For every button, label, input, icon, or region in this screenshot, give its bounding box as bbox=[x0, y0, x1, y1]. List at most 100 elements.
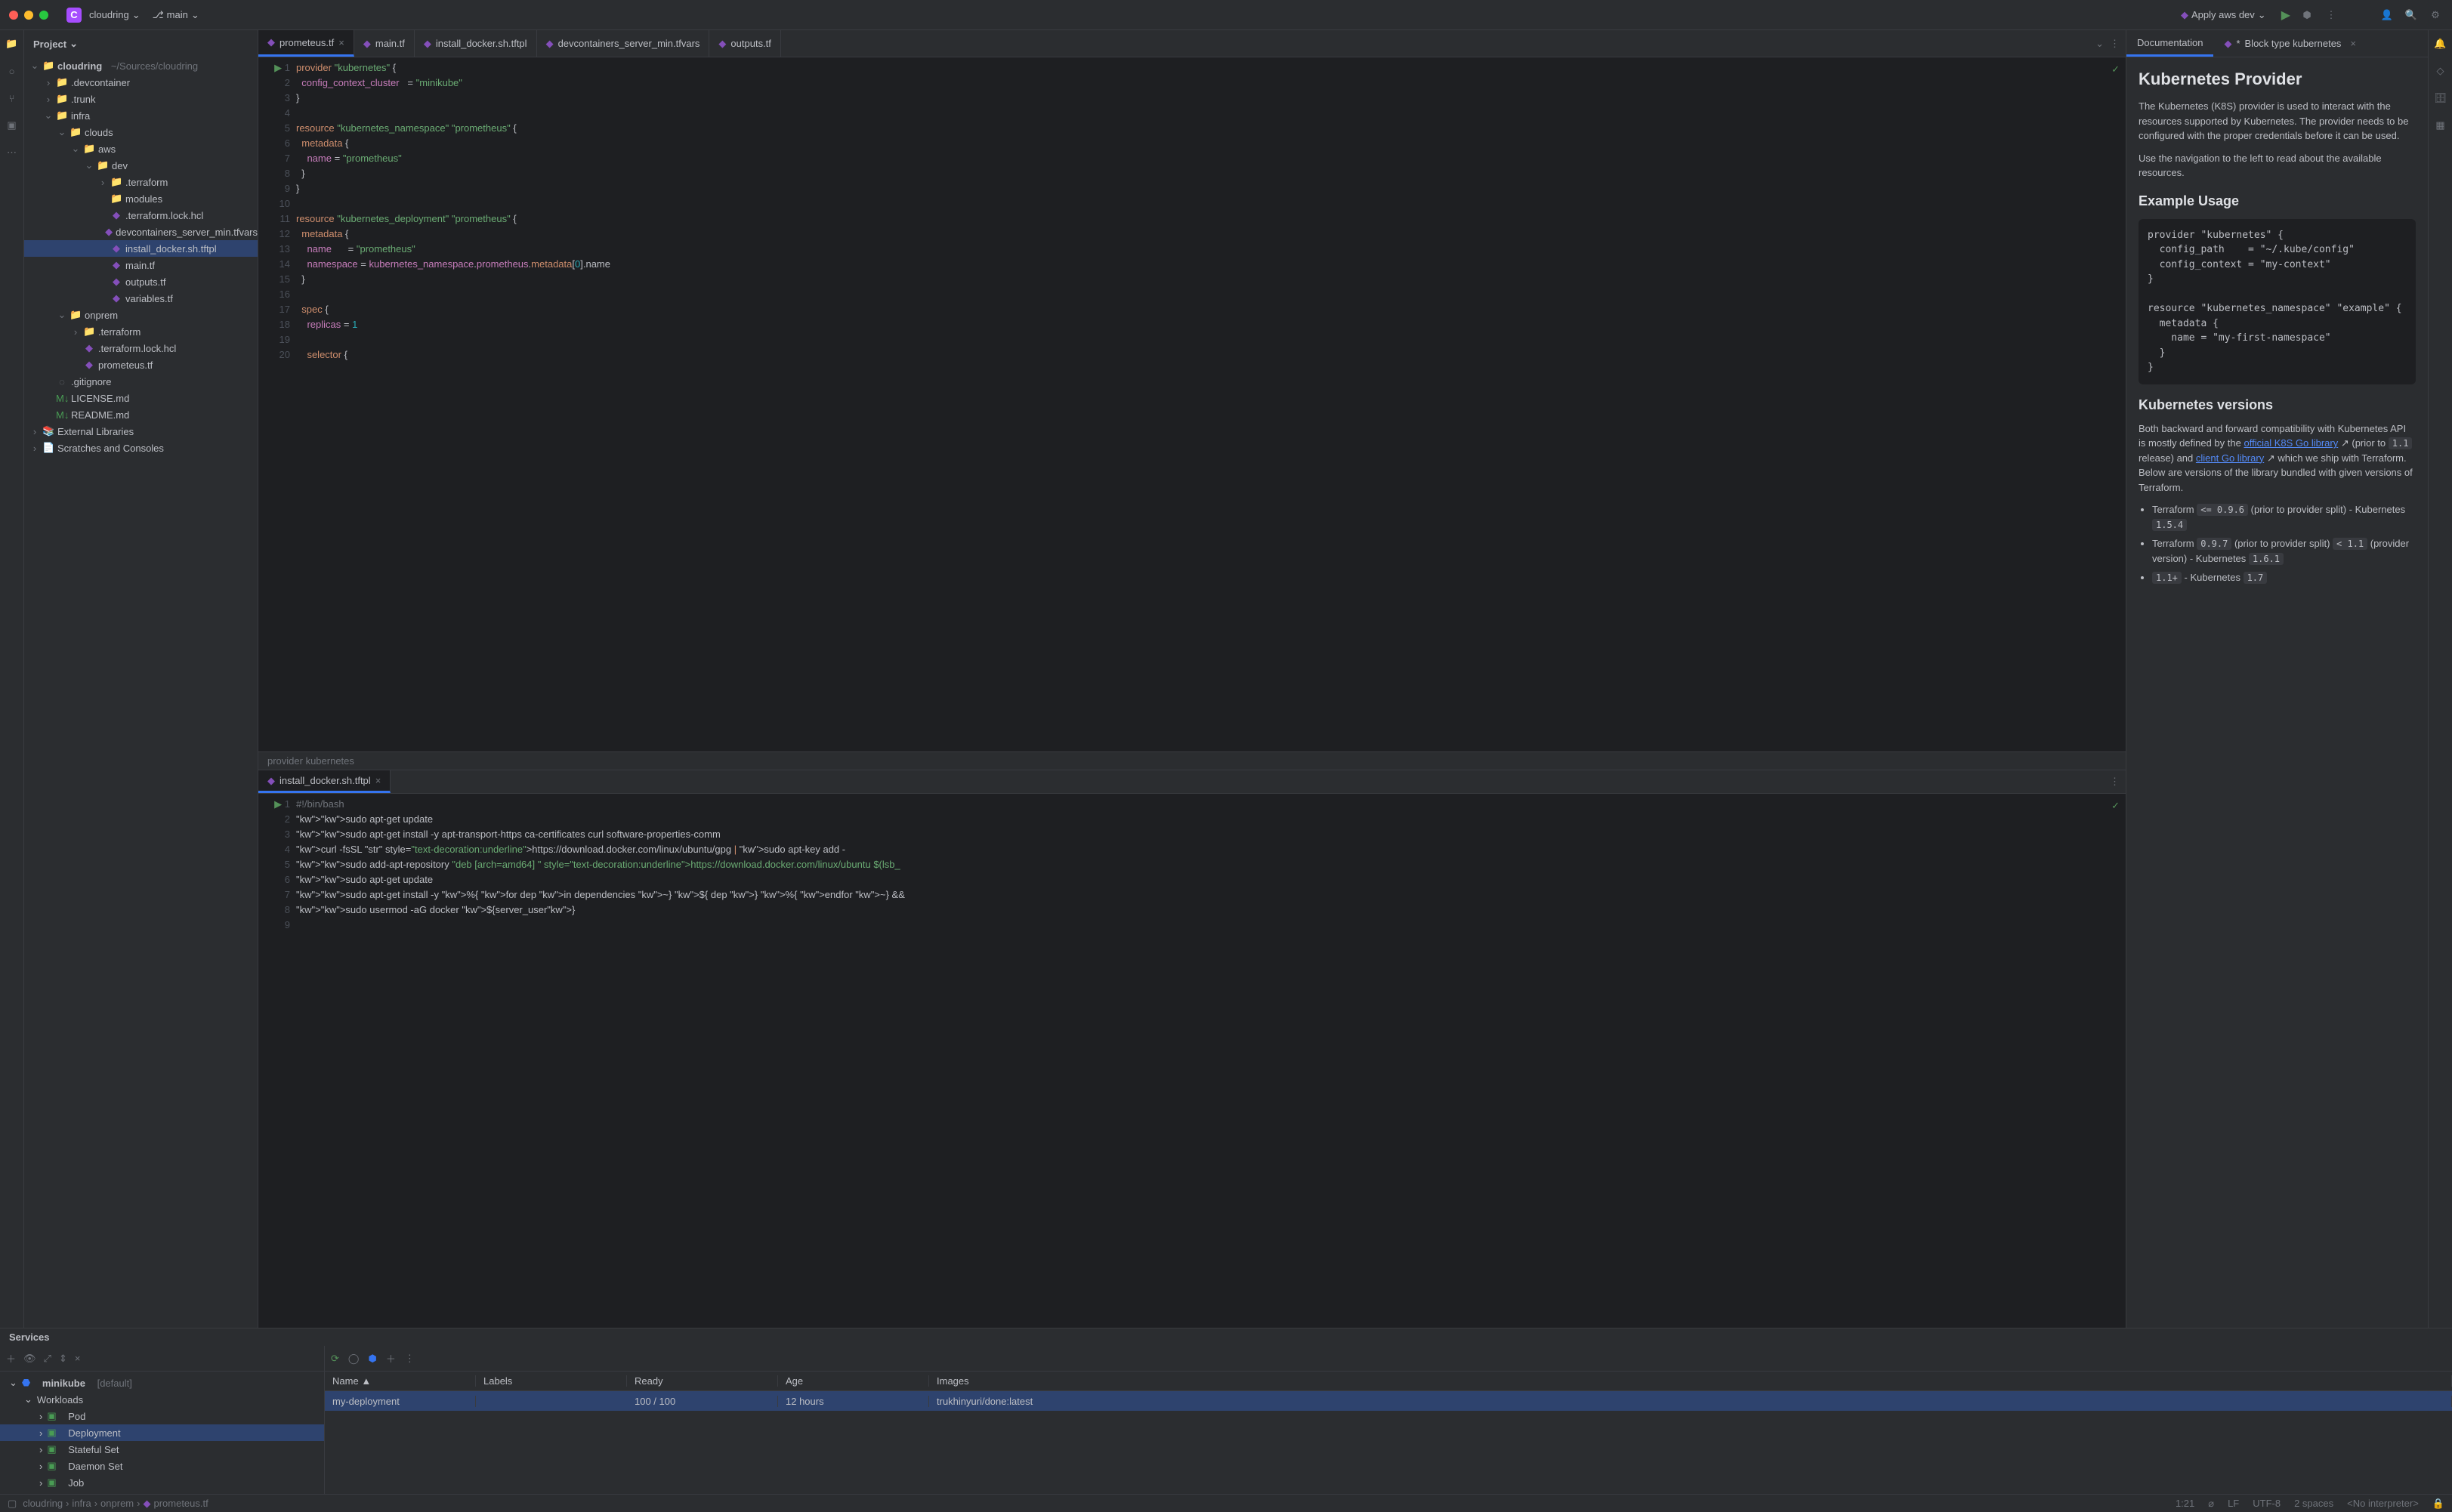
tree-row[interactable]: ◆variables.tf bbox=[24, 290, 258, 307]
editor-tab[interactable]: ◆main.tf bbox=[354, 30, 415, 57]
project-selector[interactable]: C cloudring ⌄ bbox=[60, 5, 147, 26]
tree-row[interactable]: ◆outputs.tf bbox=[24, 273, 258, 290]
zoom-window[interactable] bbox=[39, 11, 48, 20]
services-tree-row[interactable]: ›▣ Deployment bbox=[0, 1424, 324, 1441]
editor-tab[interactable]: ◆install_docker.sh.tftpl bbox=[415, 30, 537, 57]
more-actions-icon[interactable]: ⋮ bbox=[2324, 8, 2339, 23]
close-icon[interactable]: × bbox=[338, 37, 344, 48]
more-tools-icon[interactable]: ⋯ bbox=[5, 145, 20, 160]
collapse-icon[interactable]: ⇕ bbox=[59, 1353, 67, 1365]
close-icon[interactable]: × bbox=[75, 1353, 81, 1364]
tree-row[interactable]: ◆.terraform.lock.hcl bbox=[24, 207, 258, 224]
tab-block-type[interactable]: ◆ * Block type kubernetes × bbox=[2213, 30, 2367, 57]
commit-tool-icon[interactable]: ○ bbox=[5, 63, 20, 79]
refresh-icon[interactable]: ⟳ bbox=[331, 1353, 339, 1365]
line-ending[interactable]: LF bbox=[2228, 1498, 2239, 1509]
project-tree[interactable]: ⌄📁cloudring ~/Sources/cloudring›📁.devcon… bbox=[24, 57, 258, 1328]
services-tree-row[interactable]: ›▣ Stateful Set bbox=[0, 1441, 324, 1458]
tree-row[interactable]: ›📁.devcontainer bbox=[24, 74, 258, 91]
doc-link[interactable]: client Go library bbox=[2196, 452, 2264, 464]
tree-row[interactable]: ›📚External Libraries bbox=[24, 423, 258, 440]
debug-button[interactable]: ⬢ bbox=[2299, 8, 2315, 23]
chevron-down-icon[interactable]: ⌄ bbox=[2095, 38, 2104, 50]
services-header[interactable]: Services bbox=[0, 1328, 2452, 1346]
tree-row[interactable]: ◆prometeus.tf bbox=[24, 356, 258, 373]
table-header[interactable]: Name ▲ Labels Ready Age Images bbox=[325, 1372, 2452, 1391]
services-tree[interactable]: ⌄⬣ minikube [default]⌄Workloads›▣ Pod›▣ … bbox=[0, 1372, 324, 1494]
tree-row[interactable]: ›📁.terraform bbox=[24, 174, 258, 190]
inspection-ok-icon[interactable]: ✓ bbox=[2111, 62, 2120, 77]
tree-row[interactable]: ⌄📁dev bbox=[24, 157, 258, 174]
readonly-icon[interactable]: ⌀ bbox=[2208, 1498, 2214, 1510]
search-icon[interactable]: 🔍 bbox=[2404, 8, 2419, 23]
settings-icon[interactable]: ⚙ bbox=[2428, 8, 2443, 23]
project-panel-header[interactable]: Project ⌄ bbox=[24, 30, 258, 57]
tree-row[interactable]: ›📁.trunk bbox=[24, 91, 258, 107]
structure-tool-icon[interactable]: ▣ bbox=[5, 118, 20, 133]
services-tree-row[interactable]: ›▣ Pod bbox=[0, 1408, 324, 1424]
tree-row[interactable]: ›📄Scratches and Consoles bbox=[24, 440, 258, 456]
tree-row[interactable]: M↓LICENSE.md bbox=[24, 390, 258, 406]
ai-assistant-icon[interactable]: ◇ bbox=[2433, 63, 2448, 79]
tree-row[interactable]: ⌄📁onprem bbox=[24, 307, 258, 323]
editor-tab[interactable]: ◆outputs.tf bbox=[709, 30, 780, 57]
tab-documentation[interactable]: Documentation bbox=[2126, 30, 2213, 57]
tree-row[interactable]: ⌄📁clouds bbox=[24, 124, 258, 140]
add-icon[interactable]: ＋ bbox=[386, 1351, 396, 1365]
lock-icon[interactable]: 🔒 bbox=[2432, 1498, 2444, 1510]
tree-row[interactable]: ◆install_docker.sh.tftpl bbox=[24, 240, 258, 257]
expand-icon[interactable]: ⤢ bbox=[44, 1353, 51, 1365]
more-icon[interactable]: ⋮ bbox=[2110, 38, 2120, 50]
tree-row[interactable]: M↓README.md bbox=[24, 406, 258, 423]
code-body[interactable]: #!/bin/bash"kw">"kw">sudo apt-get update… bbox=[296, 794, 2126, 1328]
tree-row[interactable]: ◌.gitignore bbox=[24, 373, 258, 390]
code-with-me-icon[interactable]: 👤 bbox=[2379, 8, 2395, 23]
tree-row[interactable]: ◆devcontainers_server_min.tfvars bbox=[24, 224, 258, 240]
project-tool-icon[interactable]: 📁 bbox=[5, 36, 20, 51]
gradle-icon[interactable]: ▦ bbox=[2433, 118, 2448, 133]
add-icon[interactable]: ＋ bbox=[6, 1351, 16, 1365]
tree-row[interactable]: ◆main.tf bbox=[24, 257, 258, 273]
vcs-branch[interactable]: ⎇ main ⌄ bbox=[147, 6, 205, 24]
editor-main[interactable]: ✓ ▶ 1234567891011121314151617181920 prov… bbox=[258, 57, 2126, 751]
services-tree-row[interactable]: ⌄Workloads bbox=[0, 1391, 324, 1408]
tree-row[interactable]: ⌄📁aws bbox=[24, 140, 258, 157]
doc-link[interactable]: official K8S Go library bbox=[2244, 437, 2338, 449]
close-icon[interactable]: × bbox=[375, 775, 381, 786]
more-icon[interactable]: ⋮ bbox=[2110, 776, 2120, 788]
inspection-ok-icon[interactable]: ✓ bbox=[2111, 798, 2120, 813]
indent[interactable]: 2 spaces bbox=[2294, 1498, 2333, 1509]
editor-tab[interactable]: ◆devcontainers_server_min.tfvars bbox=[537, 30, 710, 57]
minimize-window[interactable] bbox=[24, 11, 33, 20]
editor-tab[interactable]: ◆install_docker.sh.tftpl× bbox=[258, 770, 391, 793]
interpreter[interactable]: <No interpreter> bbox=[2347, 1498, 2419, 1509]
caret-position[interactable]: 1:21 bbox=[2176, 1498, 2194, 1509]
services-tree-row[interactable]: ›▣ Daemon Set bbox=[0, 1458, 324, 1474]
doc-body[interactable]: Kubernetes Provider The Kubernetes (K8S)… bbox=[2126, 57, 2428, 1328]
status-breadcrumb[interactable]: cloudring › infra › onprem › ◆ prometeus… bbox=[23, 1498, 208, 1510]
close-icon[interactable]: × bbox=[2350, 38, 2356, 49]
tree-row[interactable]: ⌄📁infra bbox=[24, 107, 258, 124]
editor-tab[interactable]: ◆prometeus.tf× bbox=[258, 30, 354, 57]
close-window[interactable] bbox=[9, 11, 18, 20]
tree-row[interactable]: 📁modules bbox=[24, 190, 258, 207]
editor-secondary[interactable]: ✓ ▶ 123456789 #!/bin/bash"kw">"kw">sudo … bbox=[258, 794, 2126, 1328]
tree-row[interactable]: ◆.terraform.lock.hcl bbox=[24, 340, 258, 356]
run-button[interactable]: ▶ bbox=[2281, 8, 2290, 23]
tree-row[interactable]: ⌄📁cloudring ~/Sources/cloudring bbox=[24, 57, 258, 74]
run-config-selector[interactable]: ◆ Apply aws dev ⌄ bbox=[2175, 6, 2272, 24]
services-tree-row[interactable]: ›▣ Job bbox=[0, 1474, 324, 1491]
pull-requests-icon[interactable]: ⑂ bbox=[5, 91, 20, 106]
database-tool-icon[interactable]: 🗄 bbox=[2433, 91, 2448, 106]
tree-row[interactable]: ›📁.terraform bbox=[24, 323, 258, 340]
notifications-icon[interactable]: 🔔 bbox=[2433, 36, 2448, 51]
view-icon[interactable]: 👁 bbox=[23, 1353, 36, 1365]
cluster-icon[interactable]: ⬢ bbox=[368, 1353, 376, 1365]
more-icon[interactable]: ⋮ bbox=[405, 1353, 415, 1365]
services-tree-row[interactable]: ⌄⬣ minikube [default] bbox=[0, 1375, 324, 1391]
stop-icon[interactable]: ◯ bbox=[348, 1353, 360, 1365]
editor-breadcrumb[interactable]: provider kubernetes bbox=[258, 751, 2126, 770]
encoding[interactable]: UTF-8 bbox=[2253, 1498, 2281, 1509]
table-row[interactable]: my-deployment 100 / 100 12 hours trukhin… bbox=[325, 1391, 2452, 1411]
code-body[interactable]: provider "kubernetes" { config_context_c… bbox=[296, 57, 2126, 751]
